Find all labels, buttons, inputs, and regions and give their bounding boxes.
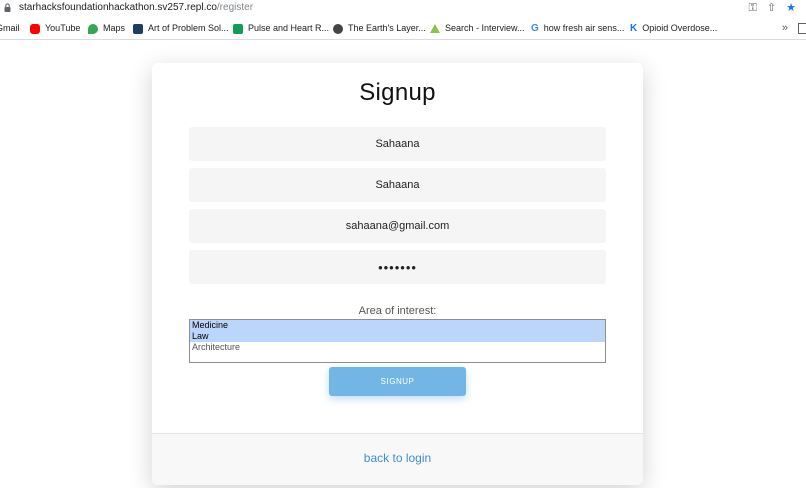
bookmark-label: The Earth's Layer... [348,23,426,33]
bookmark-search[interactable]: Search - Interview... [430,23,525,34]
aops-icon [133,23,143,34]
k-icon: K [630,23,638,34]
bookmark-label: how fresh air sens... [543,23,625,33]
maps-icon [88,23,98,34]
google-icon: G [531,23,539,34]
bookmark-pulse[interactable]: Pulse and Heart R... [233,23,329,34]
last-name-input[interactable] [189,168,606,202]
reading-list-icon[interactable] [798,23,806,34]
option-architecture[interactable]: Architecture [190,342,605,353]
bookmark-youtube[interactable]: YouTube [30,23,80,34]
bookmark-earth[interactable]: The Earth's Layer... [333,23,426,34]
bookmark-label: Art of Problem Sol... [148,23,229,33]
bookmark-label: Maps [103,23,126,33]
bookmark-opioid[interactable]: K Opioid Overdose... [630,23,717,34]
bookmark-label: Pulse and Heart R... [248,23,330,33]
share-icon[interactable]: ⇧ [767,2,776,14]
address-bar[interactable]: starhacksfoundationhackathon.sv257.repl.… [0,0,806,17]
password-input[interactable] [189,250,606,284]
bookmarks-more-button[interactable]: » [782,22,788,34]
page-title: Signup [359,79,436,106]
option-law[interactable]: Law [190,331,605,342]
bookmark-maps[interactable]: Maps [88,23,125,34]
bookmark-gmail[interactable]: Gmail [0,23,20,34]
url-path: /register [216,2,254,13]
globe-icon [333,23,343,34]
search-icon [430,24,440,33]
area-of-interest-label: Area of interest: [358,305,437,317]
star-icon[interactable]: ★ [786,2,796,14]
bookmark-label: YouTube [45,23,81,33]
key-icon[interactable]: ⚿ [749,2,757,14]
bookmark-label: Gmail [0,23,20,33]
option-medicine[interactable]: Medicine [190,320,605,331]
pulse-icon [233,23,243,34]
bookmark-fresh-air[interactable]: G how fresh air sens... [531,23,624,34]
signup-button[interactable]: SIGNUP [329,367,466,396]
bookmark-label: Opioid Overdose... [642,23,718,33]
first-name-input[interactable] [189,127,606,161]
bookmarks-bar: Gmail YouTube Maps Art of Problem Sol...… [0,18,806,40]
bookmark-aops[interactable]: Art of Problem Sol... [133,23,229,34]
page: Signup Area of interest: Medicine Law Ar… [0,41,806,488]
youtube-icon [30,23,40,34]
back-to-login-link[interactable]: back to login [152,451,643,465]
card-footer: back to login [152,433,643,485]
area-of-interest-select[interactable]: Medicine Law Architecture [189,319,606,363]
email-input[interactable] [189,209,606,243]
bookmark-label: Search - Interview... [445,23,525,33]
url-text[interactable]: starhacksfoundationhackathon.sv257.repl.… [19,2,253,14]
signup-card: Signup Area of interest: Medicine Law Ar… [152,63,643,485]
url-host: starhacksfoundationhackathon.sv257.repl.… [19,2,217,13]
lock-icon [4,3,11,12]
